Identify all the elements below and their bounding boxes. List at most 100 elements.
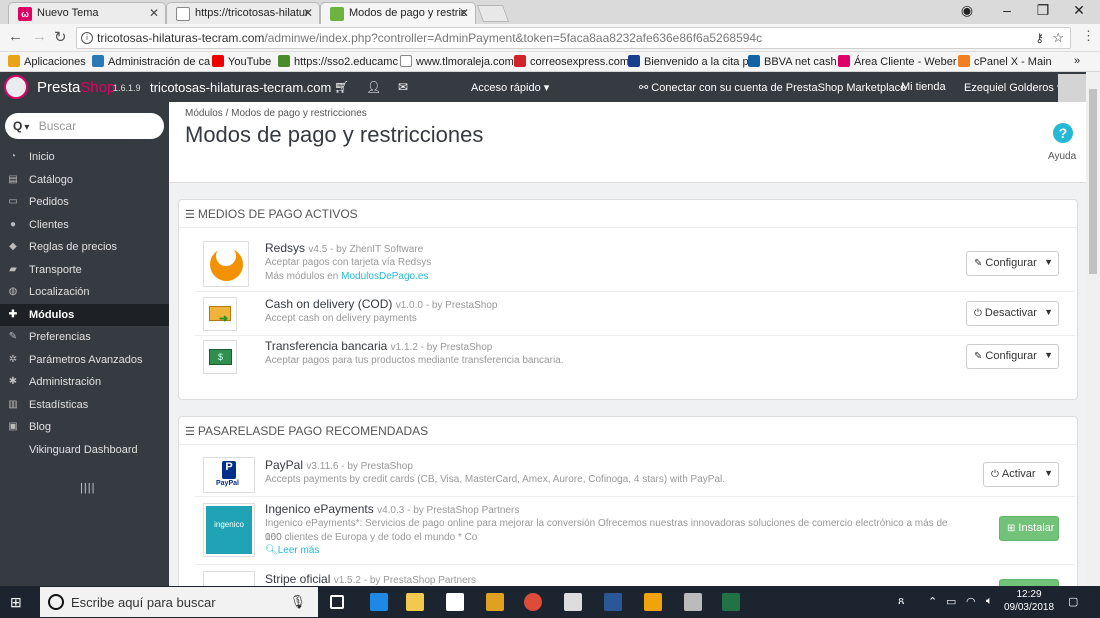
chrome-icon[interactable] — [524, 593, 542, 611]
shop-name-link[interactable]: tricotosas-hilaturas-tecram.com — [150, 80, 331, 95]
bookmark-correosexpress[interactable]: correosexpress.com — [514, 55, 629, 68]
sidebar-item-estadísticas[interactable]: ▥ Estadísticas — [0, 394, 169, 417]
scrollbar-thumb[interactable] — [1089, 89, 1097, 274]
bookmark-bbva[interactable]: BBVA net cash — [748, 55, 837, 68]
bookmark-administracion[interactable]: Administración de ca — [92, 55, 210, 68]
truck-icon: ▰ — [9, 263, 17, 275]
marketplace-connect-link[interactable]: ⚯ Conectar con su cuenta de PrestaShop M… — [639, 81, 906, 94]
sidebar-item-reglas-de-precios[interactable]: ◆ Reglas de precios — [0, 236, 169, 259]
configure-button[interactable]: ✎ Configurar ▼ — [966, 251, 1059, 276]
site-info-icon[interactable]: i — [81, 32, 93, 44]
bookmark-cita[interactable]: Bienvenido a la cita p — [628, 55, 749, 68]
bookmark-tlmoraleja[interactable]: www.tlmoraleja.com — [400, 55, 514, 68]
configure-button[interactable]: ✎ Configurar ▼ — [966, 344, 1059, 369]
caret-down-icon[interactable]: ▼ — [1044, 350, 1053, 360]
caret-down-icon[interactable]: ▼ — [1044, 468, 1053, 478]
sidebar-item-administración[interactable]: ✱ Administración — [0, 371, 169, 394]
profile-icon[interactable]: ◉ — [952, 2, 982, 19]
app-icon[interactable] — [486, 593, 504, 611]
collapse-menu-icon[interactable]: |||| — [80, 482, 95, 494]
close-tab-icon[interactable]: ✕ — [459, 6, 469, 20]
store-icon[interactable] — [446, 593, 464, 611]
search-input[interactable]: Q ▾ Buscar — [5, 113, 164, 139]
back-icon[interactable]: ← — [8, 28, 23, 45]
sidebar-item-parámetros-avanzados[interactable]: ✲ Parámetros Avanzados — [0, 349, 169, 372]
bookmark-weber[interactable]: Área Cliente - Weber — [838, 55, 957, 68]
windows-start-icon[interactable]: ⊞ — [10, 594, 22, 611]
edge-icon[interactable] — [370, 593, 388, 611]
browser-tab-admin-url[interactable]: https://tricotosas-hilatur ✕ — [166, 2, 320, 24]
modulosdepago-link[interactable]: ModulosDePago.es — [341, 271, 428, 282]
sidebar-item-inicio[interactable]: ◔ Inicio — [0, 146, 169, 169]
my-shop-link[interactable]: Mi tienda — [901, 81, 946, 93]
forward-icon[interactable]: → — [32, 28, 47, 45]
install-button[interactable]: ⊞ Instalar — [999, 516, 1059, 541]
brand-name: PrestaShop — [37, 79, 116, 96]
close-window-icon[interactable]: ✕ — [1064, 2, 1094, 19]
help-icon[interactable]: ? — [1053, 123, 1073, 143]
bookmark-star-icon[interactable]: ☆ — [1052, 30, 1064, 46]
user-menu[interactable]: Ezequiel Golderos ▾ — [964, 81, 1062, 94]
search-icon[interactable]: Q — [13, 119, 22, 133]
envelope-icon[interactable]: ✉ — [398, 80, 408, 94]
close-tab-icon[interactable]: ✕ — [149, 6, 159, 20]
bookmark-apps[interactable]: Aplicaciones — [8, 55, 86, 68]
sidebar-item-módulos[interactable]: ✚ Módulos — [0, 303, 169, 326]
taskbar-search-input[interactable]: Escribe aquí para buscar 🎙︎ — [40, 587, 318, 617]
sidebar-nav: ◔ Inicio ▤ Catálogo ▭ Pedidos ● Clientes ◆ Reglas… — [0, 146, 169, 461]
minimize-icon[interactable]: – — [992, 2, 1022, 18]
url-field[interactable]: i tricotosas-hilaturas-tecram.com/adminw… — [76, 27, 1071, 49]
calculator-icon[interactable] — [684, 593, 702, 611]
show-hidden-icons-icon[interactable]: ⌃ — [928, 595, 937, 608]
close-tab-icon[interactable]: ✕ — [303, 6, 313, 20]
key-icon[interactable]: ⚷ — [1035, 31, 1044, 45]
bookmark-sso2[interactable]: https://sso2.educamc — [278, 55, 398, 68]
menu-icon[interactable]: ⋮ — [1082, 28, 1095, 44]
quick-access-menu[interactable]: Acceso rápido ▾ — [471, 81, 549, 94]
battery-icon[interactable]: ▭ — [946, 595, 956, 608]
caret-down-icon[interactable]: ▼ — [1044, 307, 1053, 317]
customer-icon[interactable]: 👤︎ — [366, 80, 381, 94]
volume-icon[interactable]: 🔈︎ — [986, 595, 993, 608]
more-bookmarks-icon[interactable]: » — [1074, 55, 1080, 67]
task-view-icon[interactable] — [330, 595, 344, 609]
sidebar-item-vikinguard-dashboard[interactable]: Vikinguard Dashboard — [0, 439, 169, 462]
avatar[interactable] — [1058, 74, 1086, 102]
mail-icon[interactable] — [564, 593, 582, 611]
word-icon[interactable] — [604, 593, 622, 611]
install-button[interactable] — [999, 579, 1059, 586]
chevron-down-icon[interactable]: ▾ — [24, 122, 29, 133]
notifications-icon[interactable]: ▢ — [1068, 595, 1078, 608]
cart-icon[interactable]: 🛒︎ — [334, 80, 349, 94]
bookmark-cpanel[interactable]: cPanel X - Main — [958, 55, 1052, 68]
taskbar-clock[interactable]: 12:29 09/03/2018 — [1003, 588, 1055, 614]
reload-icon[interactable]: ↻ — [54, 28, 67, 46]
browser-tab-modos-de-pago[interactable]: Modos de pago y restric ✕ — [320, 2, 476, 24]
sidebar-item-localización[interactable]: ◍ Localización — [0, 281, 169, 304]
sidebar-item-pedidos[interactable]: ▭ Pedidos — [0, 191, 169, 214]
caret-down-icon[interactable]: ▼ — [1044, 257, 1053, 267]
sidebar-item-clientes[interactable]: ● Clientes — [0, 214, 169, 237]
file-explorer-icon[interactable] — [406, 593, 424, 611]
wifi-icon[interactable]: ◠ — [966, 595, 976, 608]
read-more-link[interactable]: 🔍︎Leer más — [265, 545, 319, 556]
sidebar-item-transporte[interactable]: ▰ Transporte — [0, 259, 169, 282]
calendar-icon[interactable] — [644, 593, 662, 611]
new-tab-button[interactable] — [476, 5, 510, 22]
deactivate-button[interactable]: ⏻ Desactivar ▼ — [966, 301, 1059, 326]
activate-button[interactable]: ⏻ Activar ▼ — [983, 462, 1059, 487]
sidebar-item-blog[interactable]: ▣ Blog — [0, 416, 169, 439]
people-icon[interactable]: ጸ — [898, 595, 904, 608]
page-scrollbar[interactable] — [1086, 72, 1100, 586]
excel-icon[interactable] — [722, 593, 740, 611]
module-name: Stripe oficial v1.5.2 - by PrestaShop Pa… — [265, 572, 477, 586]
bookmark-youtube[interactable]: YouTube — [212, 55, 271, 68]
sidebar-item-preferencias[interactable]: ✎ Preferencias — [0, 326, 169, 349]
bookmark-favicon-icon — [514, 55, 526, 67]
help-label[interactable]: Ayuda — [1048, 151, 1076, 162]
microphone-icon[interactable]: 🎙︎ — [289, 594, 306, 610]
restore-icon[interactable]: ❐ — [1028, 2, 1058, 19]
wrench-icon: ✎ — [974, 351, 983, 362]
sidebar-item-catálogo[interactable]: ▤ Catálogo — [0, 169, 169, 192]
browser-tab-nuevo-tema[interactable]: ω Nuevo Tema ✕ — [8, 2, 166, 24]
